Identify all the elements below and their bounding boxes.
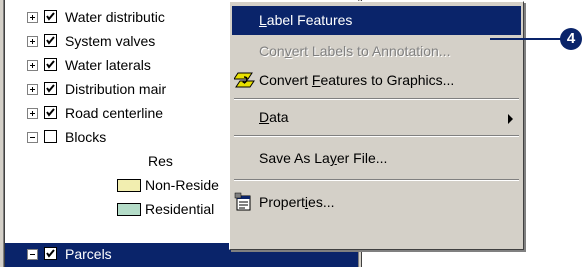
layer-name: Road centerline: [65, 105, 164, 121]
expand-plus-icon[interactable]: [27, 36, 38, 47]
layer-visibility-checkbox[interactable]: [44, 34, 57, 47]
properties-icon: [234, 192, 254, 212]
expand-plus-icon[interactable]: [27, 108, 38, 119]
legend-field-name: Res: [148, 153, 173, 169]
menu-item-label-features[interactable]: Label Features: [232, 6, 521, 35]
menu-separator: [234, 98, 519, 100]
layer-visibility-checkbox[interactable]: [44, 58, 57, 71]
callout-leader-line: [490, 38, 562, 40]
menu-item-save-layer-file[interactable]: Save As Layer File...: [232, 144, 521, 173]
legend-swatch[interactable]: [117, 179, 141, 192]
layer-name: Parcels: [65, 246, 112, 262]
submenu-arrow-icon: [508, 114, 513, 124]
layer-name: Water distributic: [65, 9, 165, 25]
menu-item-label: Convert Labels to Annotation...: [259, 43, 451, 59]
layer-name: Blocks: [65, 129, 107, 145]
collapse-minus-icon[interactable]: [27, 249, 38, 260]
menu-item-convert-features[interactable]: Convert Features to Graphics...: [232, 66, 521, 95]
menu-separator: [234, 135, 519, 137]
menu-separator: [234, 179, 519, 181]
layer-context-menu: Label Features Convert Labels to Annotat…: [229, 1, 524, 250]
layer-visibility-checkbox[interactable]: [44, 10, 57, 23]
expand-plus-icon[interactable]: [27, 12, 38, 23]
menu-item-convert-labels[interactable]: Convert Labels to Annotation...: [232, 37, 521, 66]
collapse-minus-icon[interactable]: [27, 132, 38, 143]
menu-item-label: Properties...: [259, 194, 335, 210]
menu-item-label: Data: [259, 109, 289, 125]
legend-class-label: Residential: [145, 201, 215, 217]
menu-item-data[interactable]: Data: [232, 103, 521, 132]
expand-plus-icon[interactable]: [27, 60, 38, 71]
expand-plus-icon[interactable]: [27, 84, 38, 95]
layer-visibility-checkbox[interactable]: [44, 82, 57, 95]
convert-features-icon: [233, 70, 255, 90]
menu-item-label: Convert Features to Graphics...: [259, 72, 455, 88]
layer-name: System valves: [65, 33, 156, 49]
menu-item-label: Label Features: [259, 12, 353, 28]
menu-item-properties[interactable]: Properties...: [232, 188, 521, 217]
legend-class-label: Non-Reside: [145, 177, 219, 193]
menu-item-label: Save As Layer File...: [259, 150, 388, 166]
callout-step-badge: 4: [560, 28, 582, 50]
layer-visibility-checkbox[interactable]: [44, 130, 57, 143]
legend-swatch[interactable]: [117, 203, 141, 216]
layer-name: Distribution mair: [65, 81, 167, 97]
layer-visibility-checkbox[interactable]: [44, 106, 57, 119]
layer-visibility-checkbox[interactable]: [44, 247, 57, 260]
layer-name: Water laterals: [65, 57, 151, 73]
